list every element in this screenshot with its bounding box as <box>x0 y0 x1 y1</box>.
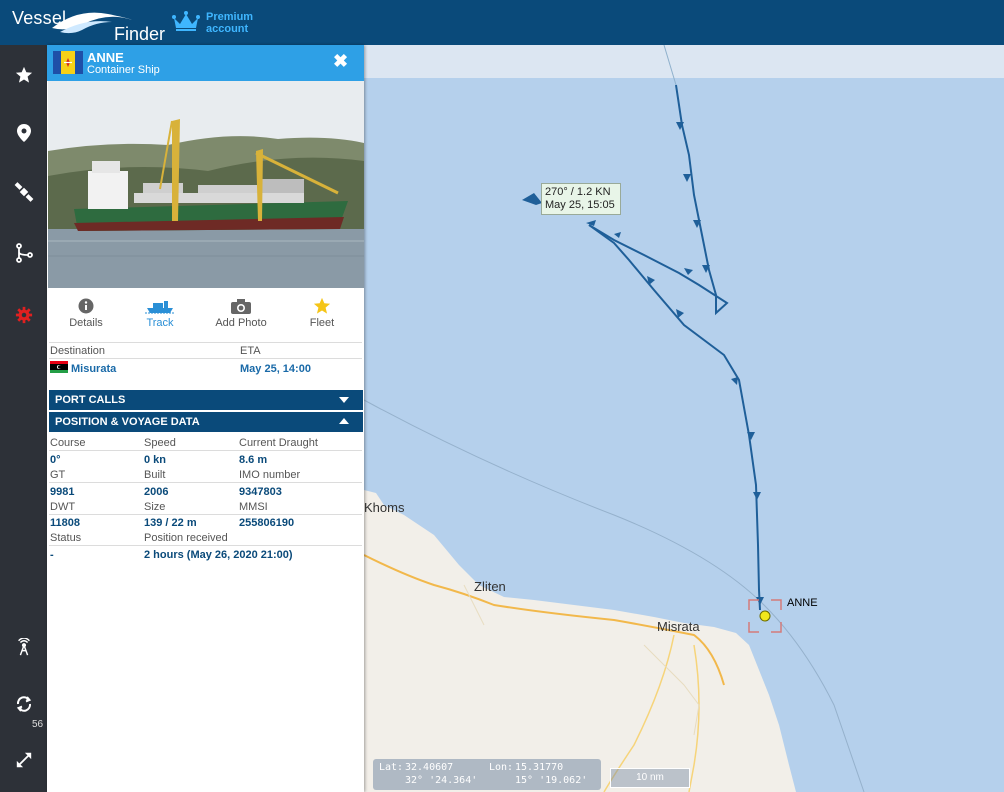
madeira-flag-icon <box>53 51 83 74</box>
premium-line2: account <box>206 23 249 35</box>
mmsi-label: MMSI <box>239 501 268 513</box>
star-icon <box>313 297 331 314</box>
divider <box>49 545 362 546</box>
vesselfinder-logo[interactable]: Vessel Finder <box>8 2 166 44</box>
status-value: - <box>50 549 54 561</box>
scale-bar: 10 nm <box>610 768 690 788</box>
vessel-type: Container Ship <box>87 64 160 76</box>
tab-track[interactable]: Track <box>121 295 199 329</box>
refresh-icon[interactable] <box>12 692 36 716</box>
status-label: Status <box>50 532 82 544</box>
chevron-up-icon <box>339 418 349 424</box>
port-calls-label: PORT CALLS <box>55 394 126 406</box>
map-pin-icon[interactable] <box>12 121 36 145</box>
vessel-panel: ANNE Container Ship ✖ Details Track Add … <box>47 45 364 792</box>
size-value: 139 / 22 m <box>144 517 197 529</box>
lat-dms: 32° '24.364' <box>405 775 478 786</box>
star-icon[interactable] <box>12 63 36 87</box>
satellite-icon[interactable] <box>12 180 36 204</box>
lon-dms: 15° '19.062' <box>515 775 588 786</box>
map-label-zliten: Zliten <box>474 579 506 594</box>
divider <box>49 482 362 483</box>
dwt-value: 11808 <box>50 517 80 529</box>
top-bar: Vessel Finder Premium account <box>0 0 1004 45</box>
divider <box>49 450 362 451</box>
logo-text-finder: Finder <box>114 24 166 44</box>
position-voyage-header[interactable]: POSITION & VOYAGE DATA <box>49 412 363 432</box>
eta-value: May 25, 14:00 <box>240 363 311 375</box>
mmsi-value: 255806190 <box>239 517 295 529</box>
premium-account-link[interactable]: Premium account <box>172 8 272 38</box>
left-sidebar: 56 <box>0 45 47 792</box>
map-label-misrata: Misrata <box>657 619 700 634</box>
ship-map-label: ANNE <box>787 597 818 609</box>
vessel-photo[interactable] <box>48 81 364 288</box>
panel-tabs: Details Track Add Photo Fleet <box>47 295 364 337</box>
tab-add-photo[interactable]: Add Photo <box>202 295 280 329</box>
destination-link[interactable]: Misurata <box>71 363 116 375</box>
tab-details[interactable]: Details <box>47 295 125 329</box>
speed-label: Speed <box>144 437 176 449</box>
map-label-khoms: Khoms <box>364 500 405 515</box>
draught-value: 8.6 m <box>239 454 268 466</box>
built-label: Built <box>144 469 166 481</box>
position-received-value: 2 hours (May 26, 2020 21:00) <box>144 549 293 561</box>
gear-icon[interactable] <box>12 303 36 327</box>
draught-label: Current Draught <box>239 437 318 449</box>
vessel-name: ANNE <box>87 50 124 65</box>
size-label: Size <box>144 501 166 513</box>
course-value: 0° <box>50 454 61 466</box>
dwt-label: DWT <box>50 501 76 513</box>
logo-text-vessel: Vessel <box>12 8 67 28</box>
lon-value: 15.31770 <box>515 762 564 773</box>
camera-icon <box>231 299 251 314</box>
port-calls-header[interactable]: PORT CALLS <box>49 390 363 410</box>
gt-label: GT <box>50 469 66 481</box>
divider <box>49 514 362 515</box>
info-icon <box>78 298 94 314</box>
gt-value: 9981 <box>50 486 75 498</box>
tooltip-time: May 25, 15:05 <box>545 199 615 211</box>
libya-flag-icon <box>50 361 68 373</box>
chevron-down-icon <box>339 397 349 403</box>
refresh-counter: 56 <box>32 719 44 730</box>
tooltip-course-speed: 270° / 1.2 KN <box>545 186 611 198</box>
premium-line1: Premium <box>206 11 254 23</box>
coordinates-readout: Lat: 32.40607 Lon: 15.31770 32° '24.364'… <box>373 759 601 790</box>
antenna-icon[interactable] <box>12 635 36 659</box>
position-received-label: Position received <box>144 532 228 544</box>
eta-label: ETA <box>240 345 261 357</box>
tab-track-label: Track <box>146 317 174 329</box>
tab-fleet[interactable]: Fleet <box>283 295 361 329</box>
tab-add-photo-label: Add Photo <box>215 317 267 329</box>
tab-details-label: Details <box>69 317 103 329</box>
lat-label: Lat: <box>379 762 404 773</box>
position-voyage-label: POSITION & VOYAGE DATA <box>55 416 200 428</box>
built-value: 2006 <box>144 486 169 498</box>
divider <box>49 358 362 359</box>
fullscreen-icon[interactable] <box>12 748 36 772</box>
crown-icon <box>172 11 200 31</box>
track-point-tooltip: 270° / 1.2 KN May 25, 15:05 <box>541 183 621 215</box>
destination-label: Destination <box>50 345 106 357</box>
route-icon[interactable] <box>12 241 36 265</box>
imo-label: IMO number <box>239 469 301 481</box>
course-label: Course <box>50 437 86 449</box>
map-view[interactable]: Khoms Zliten Misrata <box>364 45 1004 792</box>
close-icon[interactable]: ✖ <box>333 51 348 72</box>
lon-label: Lon: <box>489 762 514 773</box>
ship-icon <box>145 301 175 314</box>
lat-value: 32.40607 <box>405 762 454 773</box>
tab-fleet-label: Fleet <box>309 317 335 329</box>
vessel-header: ANNE Container Ship ✖ <box>47 45 364 81</box>
divider <box>49 342 362 343</box>
imo-value: 9347803 <box>239 486 282 498</box>
speed-value: 0 kn <box>144 454 167 466</box>
